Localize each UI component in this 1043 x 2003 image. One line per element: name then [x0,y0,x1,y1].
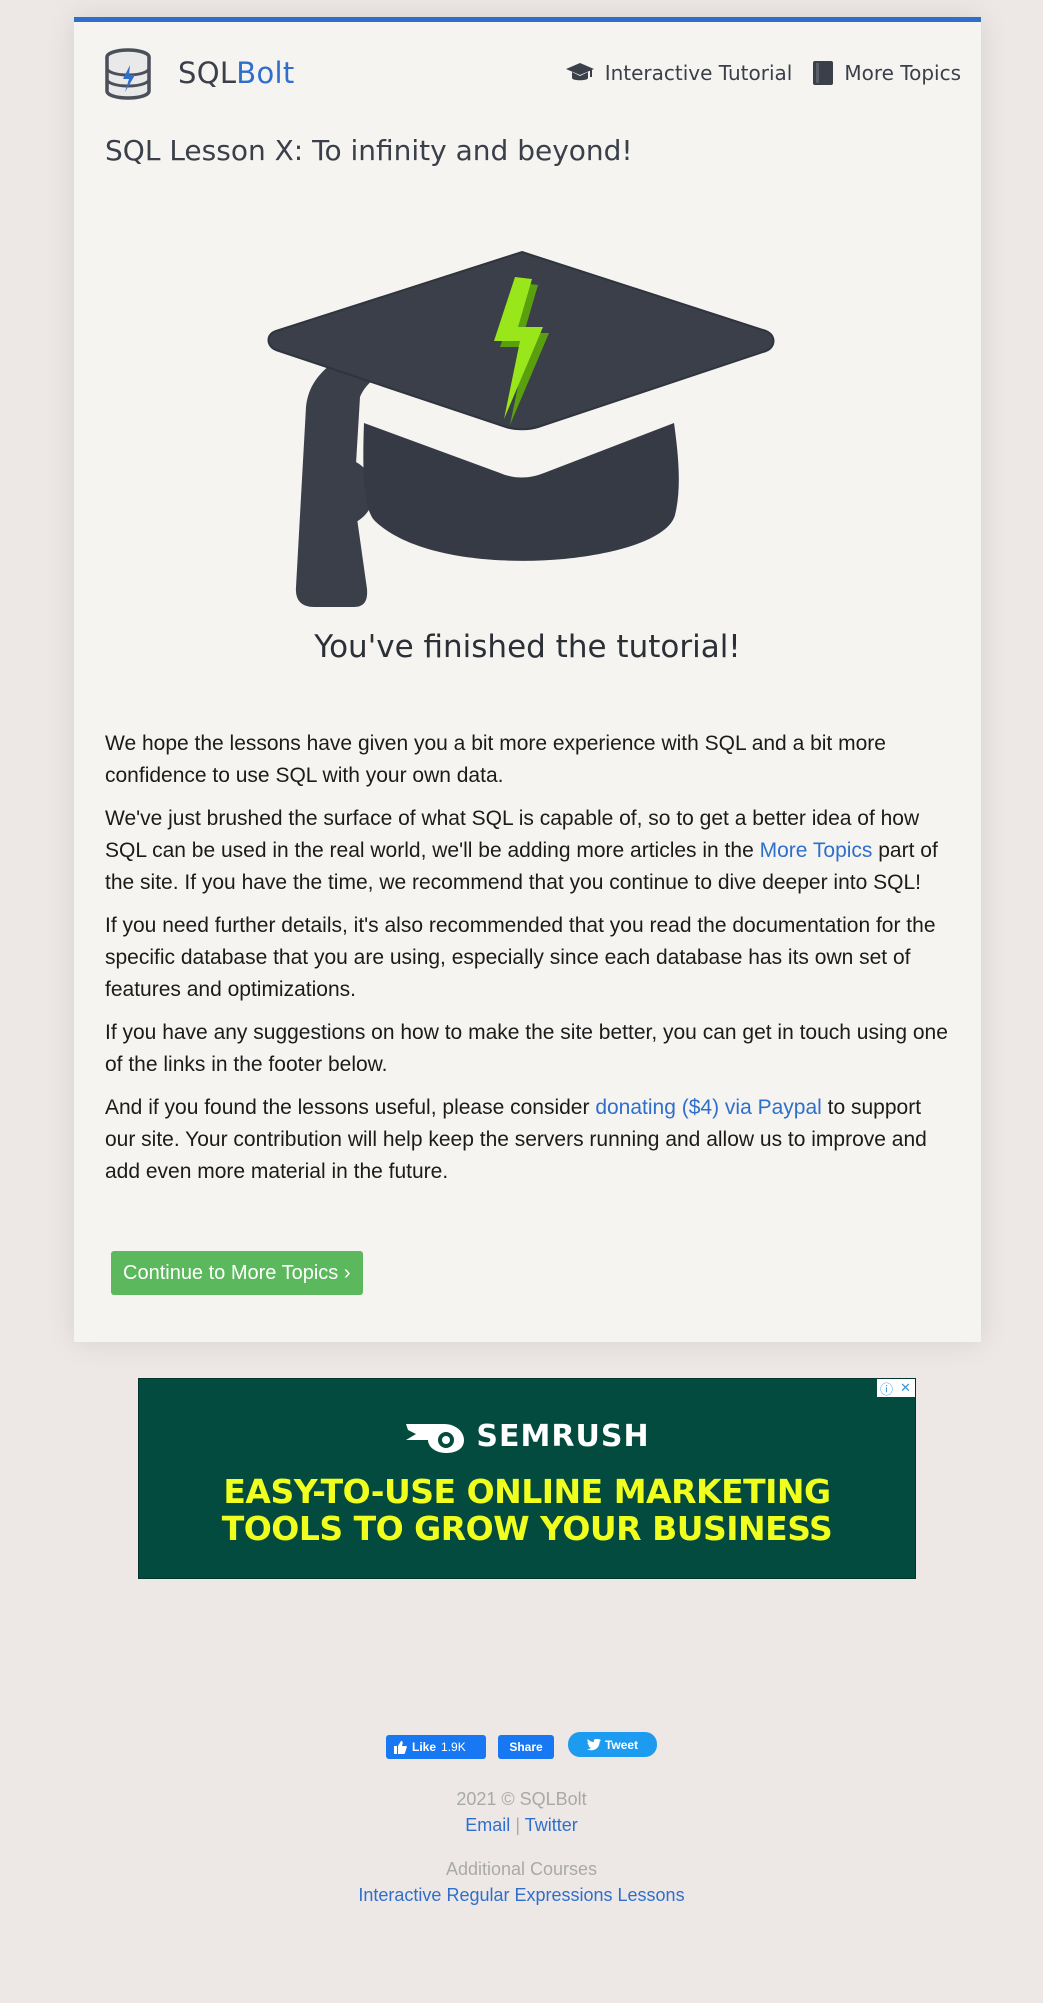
brand-name[interactable]: SQLBolt [178,56,295,90]
donate-paypal-link[interactable]: donating ($4) via Paypal [595,1096,821,1119]
ad-headline-line-2: TOOLS TO GROW YOUR BUSINESS [221,1509,833,1548]
lesson-body: We hope the lessons have given you a bit… [105,728,950,1199]
footer-twitter-link[interactable]: Twitter [525,1815,578,1835]
finished-heading: You've finished the tutorial! [314,629,741,665]
ad-brand-name: SEMRUSH [476,1419,650,1454]
ad-info-icon[interactable]: ⓘ [877,1379,896,1397]
more-topics-link[interactable]: More Topics [760,839,873,862]
nav-more-topics-label: More Topics [844,61,961,85]
nav-more-topics[interactable]: More Topics [812,60,961,86]
facebook-like-count: 1.9K [441,1740,466,1754]
footer-copyright: 2021 © SQLBolt [456,1789,587,1809]
facebook-like-button[interactable]: Like 1.9K [386,1735,486,1759]
ad-controls: ⓘ ✕ [877,1379,915,1397]
thumbs-up-icon [394,1740,407,1754]
facebook-like-label: Like [412,1740,437,1754]
additional-courses-label: Additional Courses [445,1859,598,1879]
semrush-logo: SEMRUSH [139,1419,915,1454]
database-logo-icon[interactable] [104,48,152,100]
ad-headline: EASY-TO-USE ONLINE MARKETING TOOLS TO GR… [139,1473,915,1547]
semrush-ad-banner[interactable]: ⓘ ✕ SEMRUSH EASY-TO-USE ONLINE MARKETING… [138,1378,916,1579]
regex-lessons-link[interactable]: Interactive Regular Expressions Lessons [358,1885,684,1905]
top-nav: Interactive Tutorial More Topics [565,60,961,86]
paragraph-donate: And if you found the lessons useful, ple… [105,1092,950,1188]
tweet-button[interactable]: Tweet [568,1732,657,1757]
tweet-label: Tweet [604,1737,639,1752]
paragraph-experience: We hope the lessons have given you a bit… [105,732,886,787]
graduation-cap-icon [565,63,594,81]
footer-contact-links: Email | Twitter [0,1812,1043,1838]
book-icon [813,61,834,85]
twitter-bird-icon [587,1738,601,1750]
semrush-fire-icon [406,1423,465,1453]
continue-more-topics-button[interactable]: Continue to More Topics › [111,1251,363,1295]
paragraph-more-topics: We've just brushed the surface of what S… [105,803,950,899]
ad-close-icon[interactable]: ✕ [896,1379,915,1397]
graduation-cap-bolt-icon [267,250,775,607]
brand-accent: Bolt [236,56,295,90]
paragraph-donate-text-start: And if you found the lessons useful, ple… [105,1096,596,1119]
ad-headline-line-1: EASY-TO-USE ONLINE MARKETING [223,1472,831,1511]
site-header: SQLBolt Interactive Tutorial More Topics [74,22,981,117]
paragraph-suggestions: If you have any suggestions on how to ma… [105,1021,948,1076]
social-buttons: Like 1.9K Share Tweet [0,1732,1043,1759]
facebook-share-button[interactable]: Share [498,1735,554,1759]
lesson-title: SQL Lesson X: To infinity and beyond! [105,134,633,167]
additional-courses-links: Interactive Regular Expressions Lessons [0,1882,1043,1908]
brand-prefix: SQL [178,56,237,90]
footer-separator: | [515,1815,520,1835]
lesson-card: SQLBolt Interactive Tutorial More Topics… [74,17,981,1342]
nav-interactive-tutorial-label: Interactive Tutorial [604,61,793,85]
footer-email-link[interactable]: Email [465,1815,510,1835]
nav-interactive-tutorial[interactable]: Interactive Tutorial [565,61,793,85]
paragraph-documentation: If you need further details, it's also r… [105,914,936,1001]
